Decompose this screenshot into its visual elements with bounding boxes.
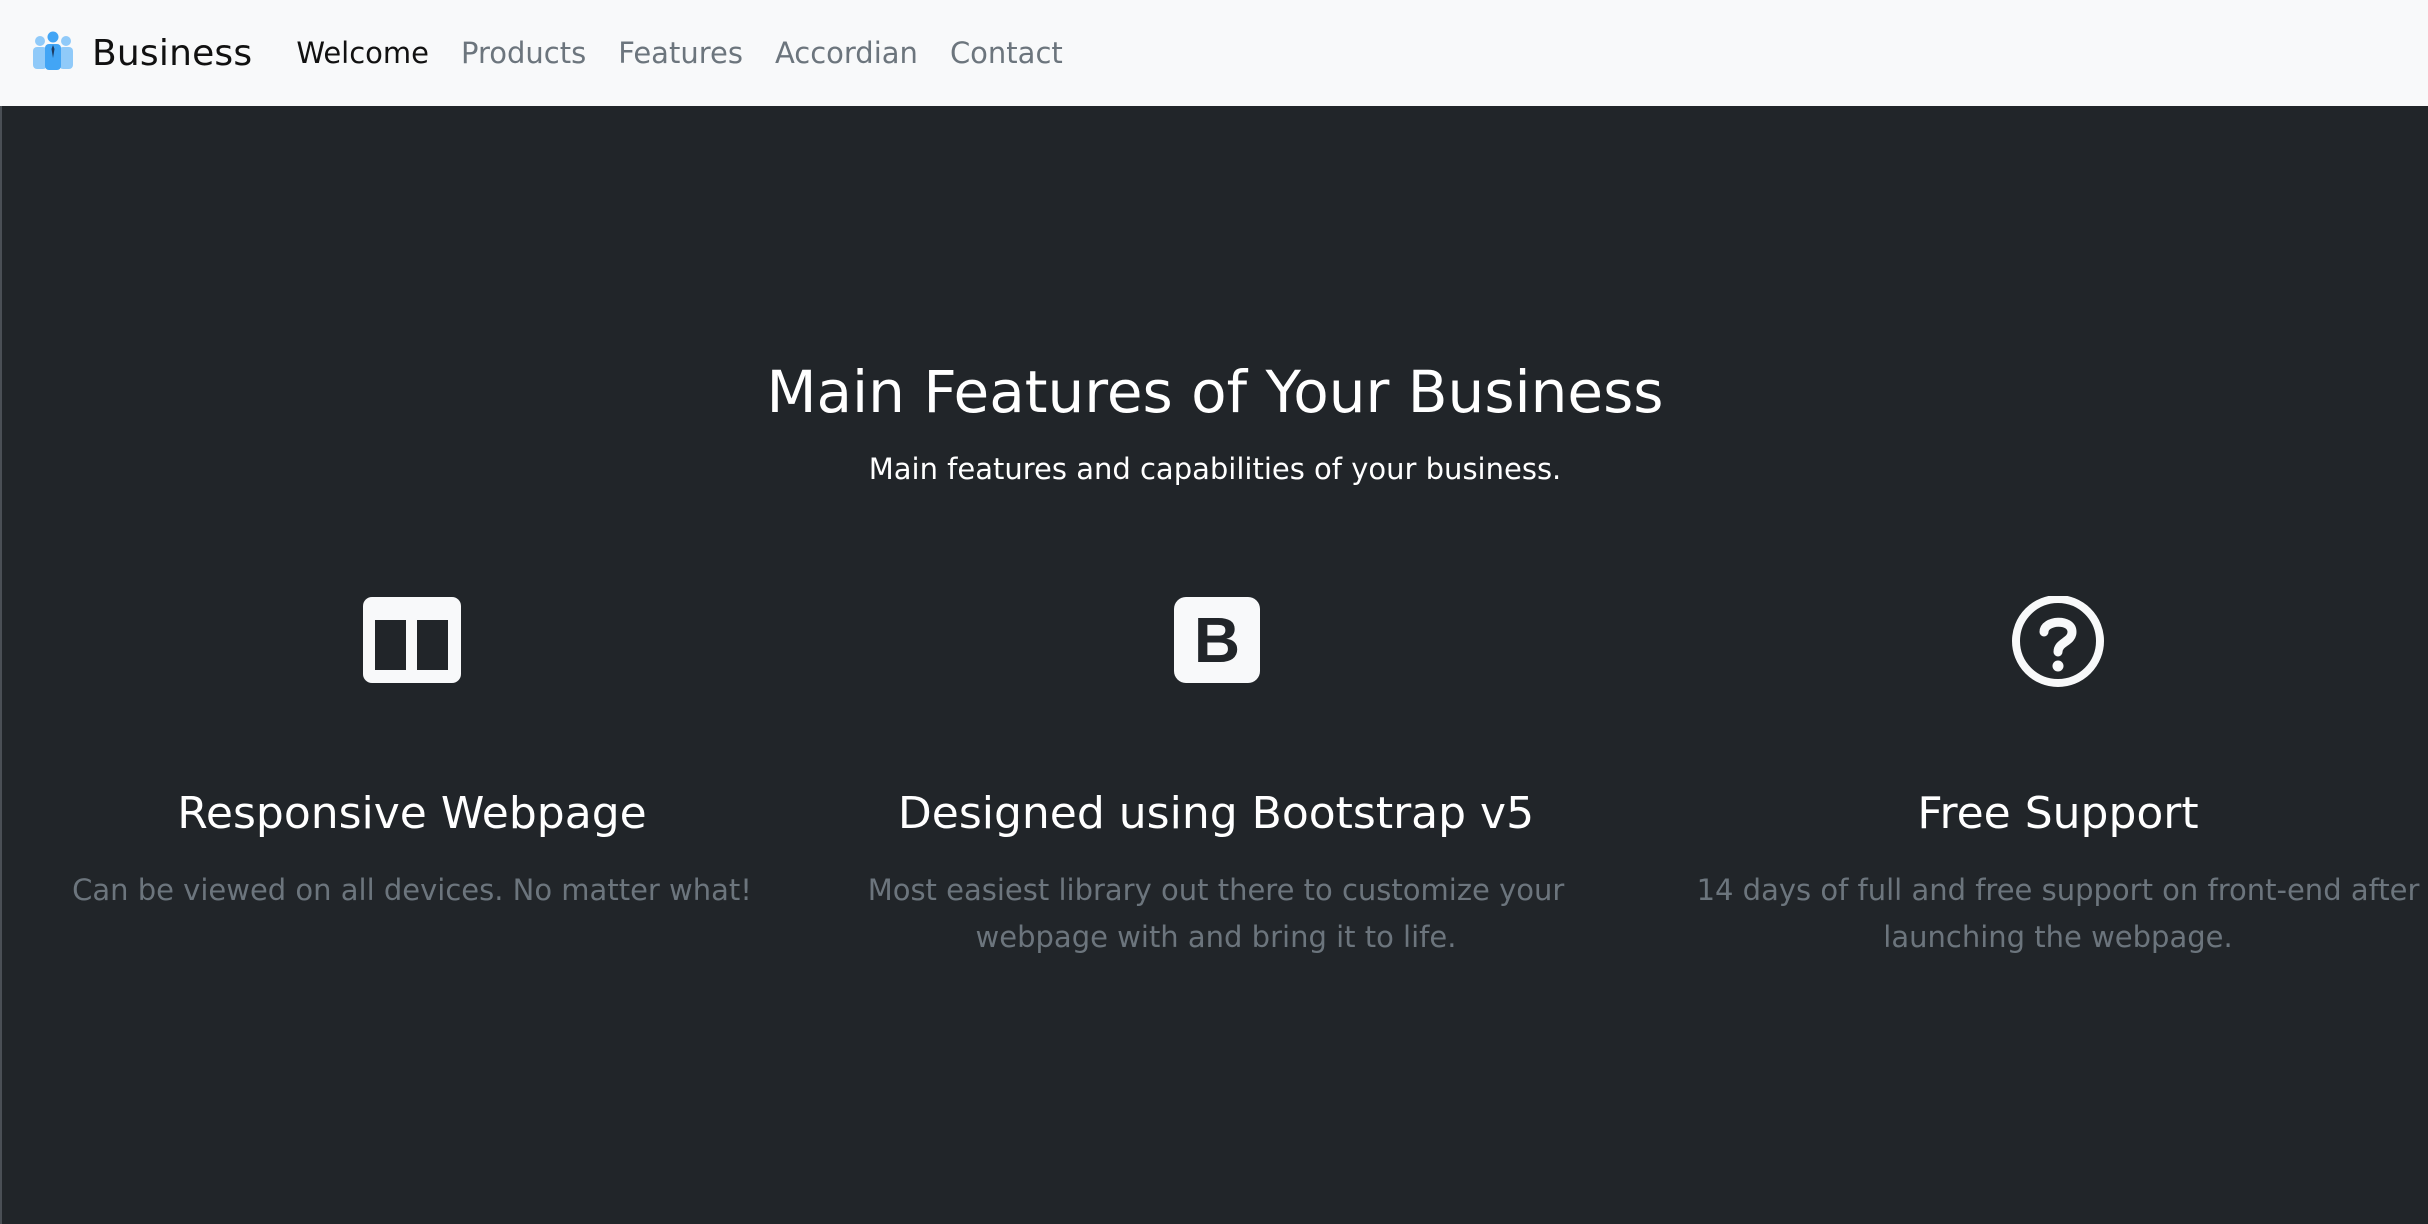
feature-description: Can be viewed on all devices. No matter …	[72, 873, 752, 907]
bootstrap-icon: B	[1174, 597, 1260, 683]
brand-name: Business	[92, 32, 253, 74]
features-section: Main Features of Your Business Main feat…	[0, 106, 2428, 1224]
layout-columns-icon	[363, 597, 461, 683]
section-subtitle: Main features and capabilities of your b…	[868, 452, 1562, 486]
feature-title: Free Support	[1917, 788, 2199, 839]
nav-link-accordian[interactable]: Accordian	[775, 36, 918, 70]
svg-text:B: B	[1194, 604, 1240, 676]
brand-link[interactable]: Business	[28, 28, 252, 78]
nav-link-contact[interactable]: Contact	[950, 36, 1063, 70]
nav-link-welcome[interactable]: Welcome	[296, 36, 429, 70]
business-people-icon	[33, 31, 73, 70]
section-title: Main Features of Your Business	[766, 358, 1664, 426]
feature-title: Responsive Webpage	[177, 788, 647, 839]
nav-link-products[interactable]: Products	[461, 36, 586, 70]
nav-link-features[interactable]: Features	[618, 36, 743, 70]
feature-description: 14 days of full and free support on fron…	[1696, 873, 2420, 954]
nav-links: Welcome Products Features Accordian Cont…	[296, 36, 1094, 70]
feature-bootstrap: B Designed using Bootstrap v5 Most easie…	[806, 596, 1626, 961]
feature-responsive: Responsive Webpage Can be viewed on all …	[2, 596, 822, 914]
feature-description: Most easiest library out there to custom…	[867, 873, 1565, 954]
feature-support: Free Support 14 days of full and free su…	[1648, 596, 2428, 961]
question-circle-icon	[2012, 596, 2104, 687]
feature-title: Designed using Bootstrap v5	[897, 788, 1535, 839]
top-navbar: Business Welcome Products Features Accor…	[0, 0, 2428, 106]
